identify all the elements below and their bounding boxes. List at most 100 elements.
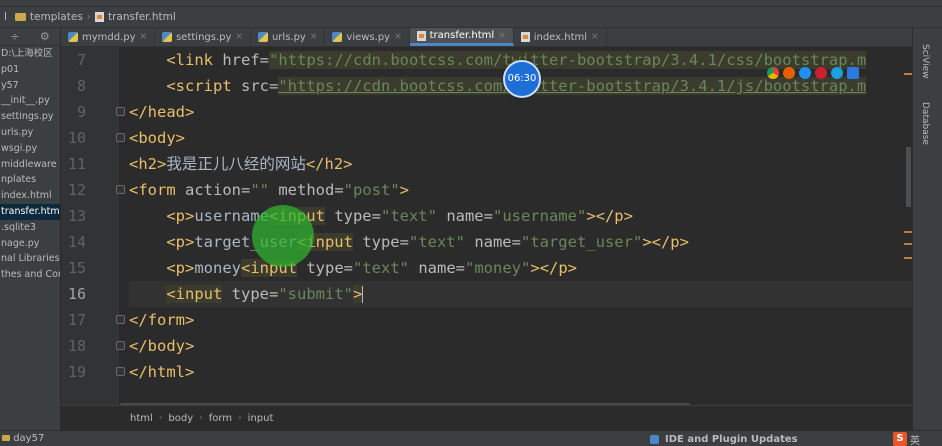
project-tree-item[interactable]: wsgi.py [0, 141, 60, 157]
recording-timer-badge: 06:30 [503, 60, 541, 98]
settings-gear-icon[interactable]: ⚙ [40, 30, 50, 43]
warning-marker[interactable] [904, 73, 912, 75]
close-icon[interactable]: × [498, 31, 506, 41]
tab-settings-py[interactable]: settings.py × [155, 28, 251, 46]
nav-prefix: l [0, 11, 11, 23]
code-line-13[interactable]: <p>username<input type="text" name="user… [129, 203, 633, 229]
ide-updates-notification[interactable]: IDE and Plugin Updates [650, 431, 798, 446]
fold-toggle-icon[interactable] [116, 185, 125, 194]
code-line-11[interactable]: <h2>我是正儿八经的网站</h2> [129, 151, 353, 177]
collapse-icon[interactable]: ÷ [10, 30, 19, 43]
close-icon[interactable]: × [394, 32, 402, 42]
nav-folder-label: templates [29, 11, 83, 23]
database-tool-button[interactable]: Database [920, 102, 930, 145]
code-line-8[interactable]: <script src="https://cdn.bootcss.com/twi… [129, 73, 867, 99]
tab-mymdd-py[interactable]: mymdd.py × [61, 28, 156, 46]
tab-index-html[interactable]: index.html × [514, 28, 607, 46]
breadcrumb-input[interactable]: input [248, 413, 274, 424]
fold-toggle-icon[interactable] [116, 107, 125, 116]
close-icon[interactable]: × [310, 32, 318, 42]
project-tree-item[interactable]: middleware [0, 157, 60, 173]
status-project[interactable]: day57 [0, 433, 61, 444]
warning-marker[interactable] [904, 243, 912, 245]
code-line-10[interactable]: <body> [129, 125, 185, 151]
code-url: "https://cdn.bootcss.com/twitter-bootstr… [278, 77, 867, 95]
nav-folder[interactable]: templates [11, 11, 87, 23]
code-token: </html> [129, 363, 195, 381]
tab-label: mymdd.py [82, 31, 136, 43]
close-icon[interactable]: × [235, 32, 243, 42]
line-number: 12 [67, 181, 86, 199]
project-tree-item-label: transfer.html [1, 205, 60, 217]
code-token: </h2> [305, 155, 353, 173]
tab-urls-py[interactable]: urls.py × [251, 28, 326, 46]
breadcrumb-html[interactable]: html [130, 413, 153, 424]
firefox-icon[interactable] [783, 67, 795, 79]
project-tree-item[interactable]: nage.py [0, 236, 60, 252]
project-tree-item[interactable]: settings.py [0, 109, 60, 125]
code-line-14[interactable]: <p>target_user<input type="text" name="t… [129, 229, 689, 255]
code-token: name= [464, 233, 521, 251]
project-tree-item[interactable]: nplates [0, 172, 60, 188]
code-line-17[interactable]: </form> [129, 307, 194, 333]
code-line-19[interactable]: </html> [129, 359, 194, 385]
code-line-12[interactable]: <form action="" method="post"> [129, 177, 409, 203]
fold-toggle-icon[interactable] [116, 341, 125, 350]
chrome-icon[interactable] [767, 67, 779, 79]
editor-scroll-thumb[interactable] [906, 147, 911, 207]
tab-label: index.html [533, 31, 588, 43]
fold-toggle-icon[interactable] [116, 367, 125, 376]
line-number: 9 [76, 103, 86, 121]
project-tree-item[interactable]: urls.py [0, 125, 60, 141]
project-tree-item[interactable]: __init__.py [0, 93, 60, 109]
project-tree-item[interactable]: index.html [0, 188, 60, 204]
python-file-icon [332, 32, 343, 42]
code-token: type= [352, 233, 409, 251]
project-tree-item-label: nal Libraries [1, 253, 60, 265]
nav-file[interactable]: transfer.html [91, 11, 180, 23]
code-line-7[interactable]: <link href="https://cdn.bootcss.com/twit… [129, 47, 867, 73]
code-string: "text" [408, 233, 465, 251]
input-method-indicator[interactable]: S 英 [893, 431, 920, 446]
opera-icon[interactable] [815, 67, 827, 79]
error-stripe[interactable] [904, 47, 912, 405]
warning-marker[interactable] [904, 257, 912, 259]
code-line-18[interactable]: </body> [129, 333, 194, 359]
nav-file-label: transfer.html [108, 11, 176, 23]
line-number: 7 [76, 51, 86, 69]
notification-label: IDE and Plugin Updates [665, 433, 798, 445]
code-line-15[interactable]: <p>money<input type="text" name="money">… [129, 255, 577, 281]
edge-icon[interactable] [847, 67, 859, 79]
project-tree-item-label: .sqlite3 [1, 221, 36, 233]
breadcrumb-body[interactable]: body [168, 413, 193, 424]
code-line-9[interactable]: </head> [129, 99, 194, 125]
tab-label: views.py [346, 31, 391, 43]
safari-icon[interactable] [799, 67, 811, 79]
sogou-icon: S [893, 432, 907, 446]
tab-views-py[interactable]: views.py × [325, 28, 410, 46]
tab-transfer-html[interactable]: transfer.html × [409, 28, 514, 46]
project-tree: D:\上海校区 p01 y57 __init__.py settings.py urls.… [0, 46, 60, 283]
notification-icon [650, 434, 659, 444]
project-tree-item[interactable]: y57 [0, 78, 60, 94]
html-file-icon [95, 12, 104, 22]
ie-icon[interactable] [831, 67, 843, 79]
code-line-16[interactable]: <input type="submit"> [129, 281, 912, 307]
project-tree-item[interactable]: transfer.html [0, 203, 60, 220]
code-token: <p> [166, 233, 195, 251]
project-tree-item[interactable]: D:\上海校区 [0, 46, 60, 62]
fold-column [119, 47, 129, 405]
breadcrumb-form[interactable]: form [209, 413, 232, 424]
project-tree-item[interactable]: thes and Cons [0, 267, 60, 283]
code-token: <p> [166, 259, 195, 277]
close-icon[interactable]: × [591, 32, 599, 42]
sciview-tool-button[interactable]: SciView [920, 44, 930, 79]
fold-toggle-icon[interactable] [116, 133, 125, 142]
close-icon[interactable]: × [140, 32, 148, 42]
project-tree-item[interactable]: nal Libraries [0, 251, 60, 267]
project-tree-item[interactable]: .sqlite3 [0, 220, 60, 236]
project-tree-item[interactable]: p01 [0, 62, 60, 78]
warning-marker[interactable] [904, 231, 912, 233]
fold-toggle-icon[interactable] [116, 315, 125, 324]
code-token: <p> [166, 207, 195, 225]
